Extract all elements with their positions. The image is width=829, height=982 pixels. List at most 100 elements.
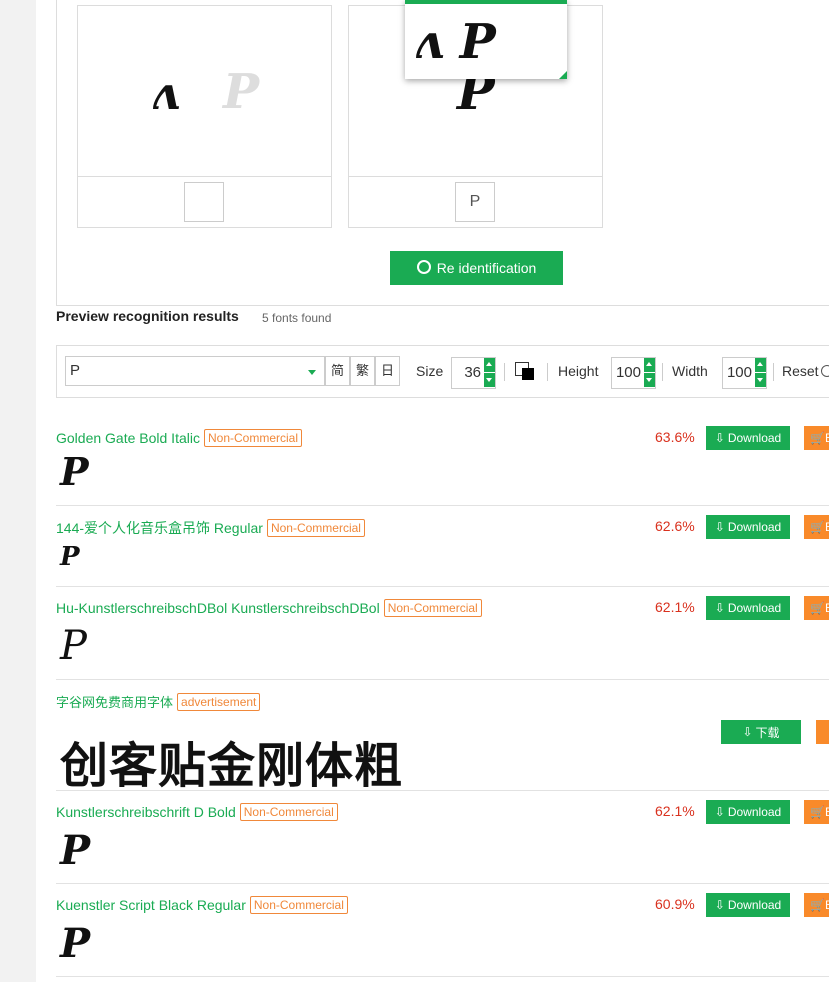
size-stepper[interactable] bbox=[484, 358, 495, 388]
re-identification-button[interactable]: Re identification bbox=[390, 251, 563, 285]
license-badge: Non-Commercial bbox=[203, 429, 303, 447]
font-sample: P bbox=[60, 449, 89, 494]
glyph-card-1[interactable]: ʌ P bbox=[77, 5, 332, 228]
license-badge: Non-Commercial bbox=[266, 519, 365, 537]
search-icon bbox=[416, 260, 431, 274]
download-label: Download bbox=[727, 431, 782, 445]
match-score: 62.1% bbox=[655, 599, 695, 615]
reset-button[interactable]: Reset bbox=[782, 363, 819, 379]
cart-icon: 🛒 bbox=[810, 431, 825, 445]
font-name-link[interactable]: Golden Gate Bold Italic Non-Commercial bbox=[56, 429, 303, 447]
ad-extra-button[interactable] bbox=[816, 720, 829, 744]
left-gutter bbox=[0, 0, 36, 982]
match-score: 62.6% bbox=[655, 518, 695, 534]
download-label: Download bbox=[727, 601, 782, 615]
re-identification-label: Re identification bbox=[436, 260, 537, 276]
font-result-row[interactable]: Kunstlerschreibschrift D Bold Non-Commerc… bbox=[56, 800, 829, 884]
download-label: Download bbox=[727, 805, 782, 819]
cloud-download-icon: ⇩ bbox=[714, 805, 725, 819]
resize-handle-icon[interactable] bbox=[559, 71, 567, 79]
ad-download-button[interactable]: ⇩ 下载 bbox=[721, 720, 801, 744]
size-input[interactable]: 36 bbox=[451, 357, 496, 389]
color-picker-icon[interactable] bbox=[515, 362, 537, 382]
cart-icon: 🛒 bbox=[810, 898, 825, 912]
match-score: 63.6% bbox=[655, 429, 695, 445]
buy-button[interactable]: 🛒B bbox=[804, 893, 829, 917]
font-result-row[interactable]: 144-爱个人化音乐盒吊饰 Regular Non-Commercial 62.6… bbox=[56, 515, 829, 587]
size-label: Size bbox=[416, 363, 444, 379]
glyph-image-1: ʌ P bbox=[78, 6, 331, 177]
buy-label: B bbox=[824, 898, 829, 912]
preview-toolbar: P 简 繁 日 Size 36 Height 100 Width 100 Res… bbox=[56, 345, 829, 398]
height-stepper[interactable] bbox=[644, 358, 655, 388]
popup-glyph-text: ʌ P bbox=[415, 14, 496, 70]
glyph-ghost-text: P bbox=[223, 64, 260, 120]
font-sample: P bbox=[60, 623, 87, 669]
font-name[interactable]: Hu-KunstlerschreibschDBol Kunstlerschrei… bbox=[56, 600, 380, 616]
font-name-link[interactable]: Hu-KunstlerschreibschDBol Kunstlerschrei… bbox=[56, 599, 482, 617]
simplified-button[interactable]: 简 bbox=[325, 356, 350, 386]
license-badge: Non-Commercial bbox=[239, 803, 338, 821]
divider bbox=[773, 363, 774, 381]
reset-icon[interactable] bbox=[821, 365, 829, 377]
char-input-2[interactable]: P bbox=[455, 182, 495, 222]
font-result-row[interactable]: Hu-KunstlerschreibschDBol Kunstlerschrei… bbox=[56, 596, 829, 680]
glyph-zoom-popup: ʌ P bbox=[405, 0, 567, 79]
font-name-link[interactable]: Kunstlerschreibschrift D Bold Non-Commerc… bbox=[56, 803, 338, 821]
glyph-text: ʌ bbox=[152, 66, 179, 120]
width-label: Width bbox=[672, 363, 708, 379]
font-name[interactable]: Kuenstler Script Black Regular bbox=[56, 897, 246, 913]
license-badge: Non-Commercial bbox=[383, 599, 482, 617]
download-button[interactable]: ⇩ Download bbox=[706, 596, 790, 620]
buy-button[interactable]: 🛒B bbox=[804, 426, 829, 450]
font-result-row[interactable]: Golden Gate Bold Italic Non-Commercial 63… bbox=[56, 426, 829, 506]
height-label: Height bbox=[558, 363, 599, 379]
japanese-button[interactable]: 日 bbox=[375, 356, 400, 386]
divider bbox=[662, 363, 663, 381]
font-name-link[interactable]: Kuenstler Script Black Regular Non-Commer… bbox=[56, 896, 348, 914]
ad-name-link[interactable]: 字谷网免费商用字体 advertisement bbox=[56, 692, 261, 711]
font-name-link[interactable]: 144-爱个人化音乐盒吊饰 Regular Non-Commercial bbox=[56, 518, 365, 538]
width-stepper[interactable] bbox=[755, 358, 766, 388]
ad-badge: advertisement bbox=[177, 693, 261, 711]
font-name[interactable]: Kunstlerschreibschrift D Bold bbox=[56, 804, 236, 820]
height-value: 100 bbox=[615, 364, 641, 381]
download-button[interactable]: ⇩ Download bbox=[706, 800, 790, 824]
cloud-download-icon: ⇩ bbox=[714, 601, 725, 615]
cloud-download-icon: ⇩ bbox=[714, 431, 725, 445]
buy-label: B bbox=[824, 520, 829, 534]
divider bbox=[504, 363, 505, 381]
ad-row[interactable]: 字谷网免费商用字体 advertisement ⇩ 下载 创客贴金刚体粗 bbox=[56, 692, 829, 794]
cloud-download-icon: ⇩ bbox=[714, 898, 725, 912]
font-sample: P bbox=[60, 542, 80, 572]
font-name[interactable]: 144-爱个人化音乐盒吊饰 Regular bbox=[56, 520, 263, 536]
font-result-row[interactable]: Kuenstler Script Black Regular Non-Commer… bbox=[56, 893, 829, 977]
download-button[interactable]: ⇩ Download bbox=[706, 515, 790, 539]
font-name[interactable]: Golden Gate Bold Italic bbox=[56, 430, 200, 446]
cloud-download-icon: ⇩ bbox=[742, 725, 753, 739]
buy-button[interactable]: 🛒B bbox=[804, 515, 829, 539]
preview-text-input[interactable]: P bbox=[65, 356, 325, 386]
divider bbox=[547, 363, 548, 381]
download-button[interactable]: ⇩ Download bbox=[706, 893, 790, 917]
ad-name[interactable]: 字谷网免费商用字体 bbox=[56, 695, 173, 710]
cart-icon: 🛒 bbox=[810, 805, 825, 819]
match-score: 60.9% bbox=[655, 896, 695, 912]
buy-button[interactable]: 🛒B bbox=[804, 596, 829, 620]
ad-download-label: 下载 bbox=[755, 725, 780, 740]
cloud-download-icon: ⇩ bbox=[714, 520, 725, 534]
traditional-button[interactable]: 繁 bbox=[350, 356, 375, 386]
char-input-1[interactable] bbox=[184, 182, 224, 222]
buy-label: B bbox=[824, 601, 829, 615]
download-label: Download bbox=[727, 898, 782, 912]
buy-label: B bbox=[824, 431, 829, 445]
download-button[interactable]: ⇩ Download bbox=[706, 426, 790, 450]
buy-button[interactable]: 🛒B bbox=[804, 800, 829, 824]
font-sample: P bbox=[60, 827, 91, 874]
height-input[interactable]: 100 bbox=[611, 357, 656, 389]
font-sample: P bbox=[60, 920, 91, 967]
chevron-down-icon[interactable] bbox=[308, 370, 316, 375]
license-badge: Non-Commercial bbox=[249, 896, 348, 914]
buy-label: B bbox=[824, 805, 829, 819]
width-input[interactable]: 100 bbox=[722, 357, 767, 389]
